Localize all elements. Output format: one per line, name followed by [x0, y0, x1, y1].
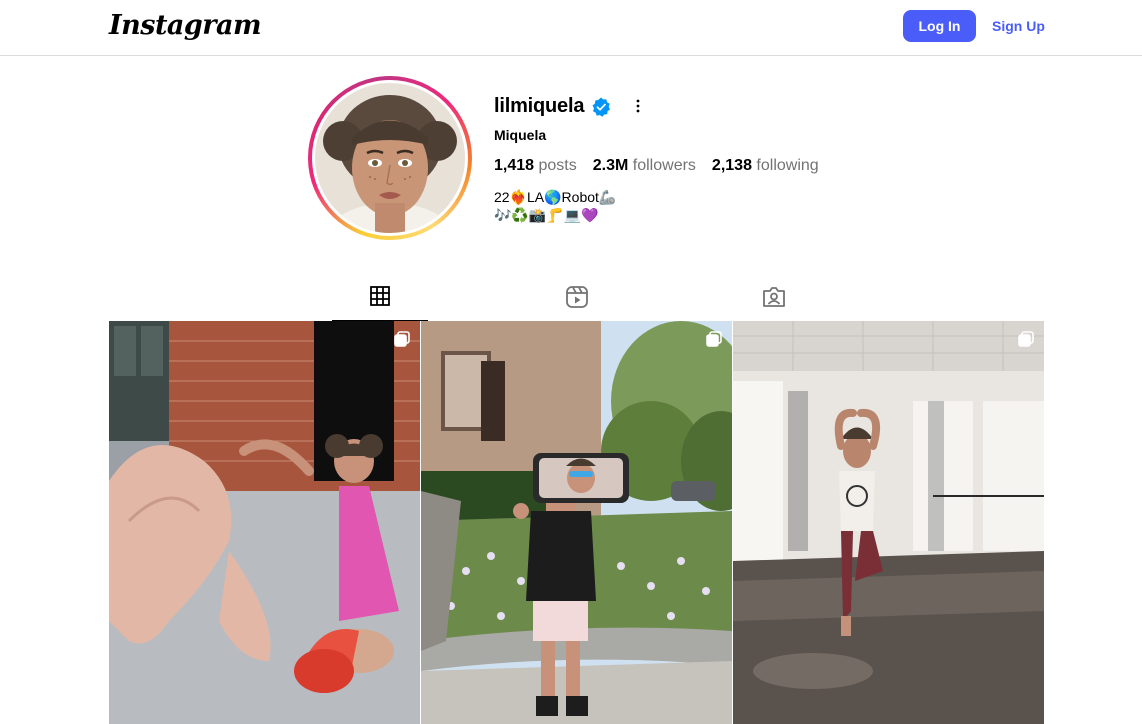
login-button[interactable]: Log In	[903, 10, 976, 42]
verified-badge-icon	[592, 97, 610, 117]
top-navigation-bar: Instagram Log In Sign Up	[0, 0, 1142, 56]
carousel-icon	[1018, 331, 1034, 347]
followers-stat[interactable]: 2.3M followers	[593, 157, 696, 175]
post-image-3	[733, 321, 1044, 724]
instagram-logo[interactable]: Instagram	[109, 10, 262, 41]
profile-tabs	[109, 279, 1044, 321]
carousel-icon	[394, 331, 410, 347]
more-options-icon[interactable]	[628, 96, 648, 116]
signup-button[interactable]: Sign Up	[990, 10, 1047, 42]
following-label: following	[756, 157, 819, 174]
reels-icon	[566, 286, 588, 308]
post-thumbnail-3[interactable]	[733, 321, 1044, 724]
tab-posts[interactable]	[332, 285, 428, 321]
avatar	[315, 83, 465, 233]
profile-username: lilmiquela	[494, 95, 585, 117]
post-image-1	[109, 321, 420, 724]
avatar-image	[315, 83, 465, 233]
followers-label: followers	[632, 157, 696, 174]
followers-count: 2.3M	[592, 157, 629, 174]
profile-avatar-ring[interactable]	[308, 76, 472, 240]
tab-tagged[interactable]	[742, 285, 806, 321]
tab-reels[interactable]	[545, 285, 609, 321]
carousel-icon	[706, 331, 722, 347]
following-count: 2,138	[711, 157, 752, 174]
posts-count: 1,418	[494, 157, 535, 174]
bio-line-1: 22❤️‍🔥LA🌎Robot🦾	[494, 189, 617, 205]
posts-stat: 1,418 posts	[494, 157, 577, 175]
posts-grid	[109, 321, 1044, 724]
post-thumbnail-2[interactable]	[421, 321, 732, 724]
following-stat[interactable]: 2,138 following	[712, 157, 819, 175]
tagged-icon	[763, 287, 785, 307]
posts-label: posts	[538, 157, 577, 174]
grid-icon	[370, 286, 390, 306]
bio-line-2: 🎶♻️📸🦵💻💜	[494, 207, 599, 223]
profile-full-name: Miquela	[494, 127, 547, 143]
profile-bio: 22❤️‍🔥LA🌎Robot🦾 🎶♻️📸🦵💻💜	[494, 188, 616, 224]
avatar-border	[312, 80, 468, 236]
post-thumbnail-1[interactable]	[109, 321, 420, 724]
post-image-2	[421, 321, 732, 724]
profile-stats: 1,418 posts 2.3M followers 2,138 followi…	[494, 157, 819, 175]
